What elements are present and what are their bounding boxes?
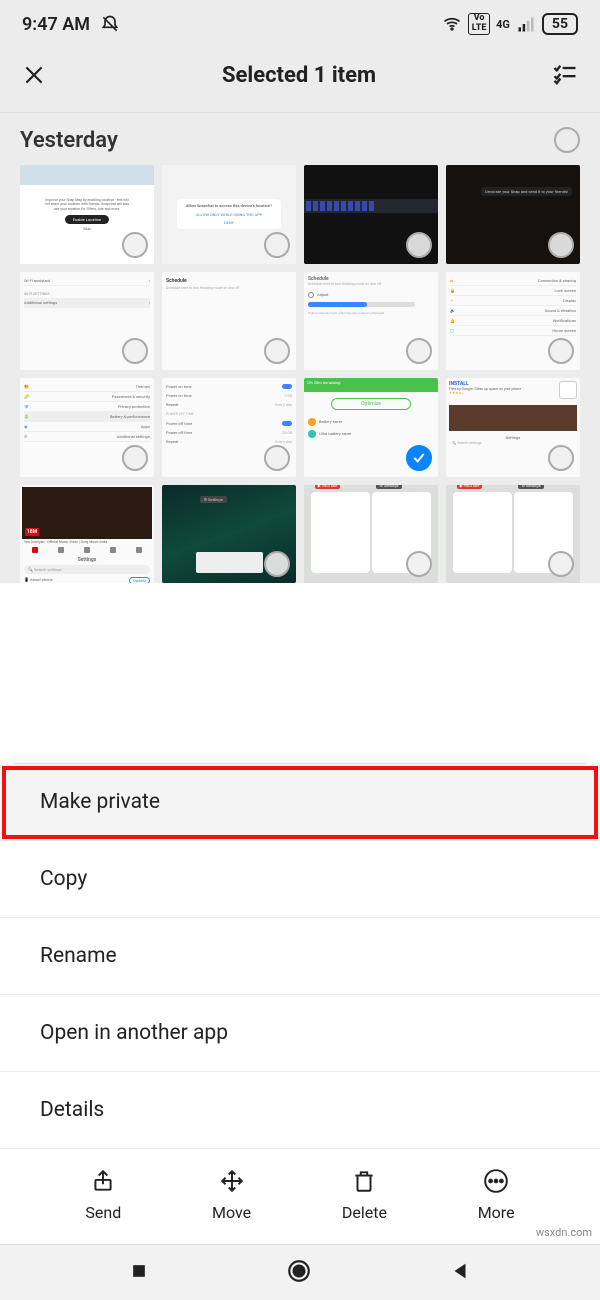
thumbnail[interactable]: 12h 20m remaining Optimize Battery saver… (304, 378, 438, 477)
action-more[interactable]: More (478, 1167, 515, 1222)
action-delete[interactable]: Delete (342, 1167, 387, 1222)
close-button[interactable] (20, 61, 48, 89)
signal-icon (516, 14, 536, 34)
sheet-item-copy[interactable]: Copy (0, 841, 600, 918)
select-all-button[interactable] (550, 60, 580, 90)
section-select-circle[interactable] (554, 127, 580, 153)
select-circle[interactable] (548, 232, 574, 258)
sheet-item-open-in-another-app[interactable]: Open in another app (0, 995, 600, 1072)
more-actions-sheet: Make private Copy Rename Open in another… (0, 763, 600, 1244)
thumbnail[interactable]: Power on time Power on time7:00 RepeatEv… (162, 378, 296, 477)
watermark: wsxdn.com (534, 1225, 594, 1240)
select-circle[interactable] (122, 338, 148, 364)
delete-icon (351, 1168, 377, 1194)
thumbnail[interactable] (304, 165, 438, 264)
circle-icon (286, 1258, 312, 1284)
system-nav-bar (0, 1244, 600, 1300)
checklist-icon (551, 61, 579, 89)
status-bar: 9:47 AM Vo LTE 4G 55 (0, 0, 600, 44)
action-send[interactable]: Send (85, 1167, 121, 1222)
thumbnail-grid: Improve your Snap Map by enabling locati… (0, 159, 600, 583)
select-circle[interactable] (548, 551, 574, 577)
select-circle[interactable] (122, 445, 148, 471)
sheet-item-details[interactable]: Details (0, 1072, 600, 1149)
check-icon (411, 450, 427, 466)
thumbnail[interactable]: Decorate your Snap and send it to your f… (446, 165, 580, 264)
move-icon (219, 1168, 245, 1194)
nav-home[interactable] (286, 1258, 312, 1288)
thumbnail[interactable]: ▶ YouTube ⚙ Settings (304, 485, 438, 584)
select-circle[interactable] (548, 445, 574, 471)
select-circle[interactable] (264, 338, 290, 364)
thumbnail[interactable]: Improve your Snap Map by enabling locati… (20, 165, 154, 264)
select-circle[interactable] (548, 338, 574, 364)
select-circle[interactable] (264, 232, 290, 258)
nav-back[interactable] (449, 1260, 471, 1286)
sheet-item-make-private[interactable]: Make private (0, 764, 600, 841)
section-label: Yesterday (20, 128, 118, 153)
select-circle[interactable] (264, 551, 290, 577)
sheet-item-rename[interactable]: Rename (0, 918, 600, 995)
selection-header: Selected 1 item (0, 44, 600, 113)
thumbnail[interactable]: 🎨Themes 🔑Passwords & security 🛡Privacy p… (20, 378, 154, 477)
header-title: Selected 1 item (48, 63, 550, 88)
select-circle[interactable] (406, 232, 432, 258)
thumbnail[interactable]: ▶ YouTube ⚙ Settings (446, 485, 580, 584)
thumbnail[interactable]: 18M Yeh Dooriyan - Official Music Video … (20, 485, 154, 584)
status-time: 9:47 AM (22, 14, 90, 35)
sheet-action-bar: Send Move Delete More (0, 1149, 600, 1244)
select-circle[interactable] (264, 445, 290, 471)
thumbnail[interactable]: INSTALL Files by Google: Clean up space … (446, 378, 580, 477)
thumbnail[interactable]: Allow Snapchat to access this device's l… (162, 165, 296, 264)
section-yesterday[interactable]: Yesterday (0, 113, 600, 159)
network-badge: 4G (496, 18, 510, 31)
select-circle[interactable] (122, 232, 148, 258)
battery-badge: 55 (542, 13, 578, 35)
wifi-icon (442, 14, 462, 34)
select-circle[interactable] (406, 338, 432, 364)
thumbnail[interactable]: ⇄Connection & sharing 🔒Lock screen ☀Disp… (446, 272, 580, 371)
nav-recents[interactable] (129, 1261, 149, 1285)
thumbnail[interactable]: Wi-Fi assistant› WI-FI SETTINGS Addition… (20, 272, 154, 371)
thumbnail[interactable]: Schedule Schedule time to turn Reading m… (304, 272, 438, 371)
dnd-icon (100, 14, 120, 34)
volte-badge: Vo LTE (468, 13, 490, 35)
triangle-back-icon (449, 1260, 471, 1282)
more-icon (483, 1168, 509, 1194)
action-move[interactable]: Move (212, 1167, 251, 1222)
select-circle[interactable] (406, 551, 432, 577)
close-icon (21, 62, 47, 88)
square-icon (129, 1261, 149, 1281)
thumbnail[interactable]: ⚙ Settings (162, 485, 296, 584)
send-icon (90, 1168, 116, 1194)
select-circle-checked[interactable] (406, 445, 432, 471)
thumbnail[interactable]: Schedule Schedule time to turn Reading m… (162, 272, 296, 371)
